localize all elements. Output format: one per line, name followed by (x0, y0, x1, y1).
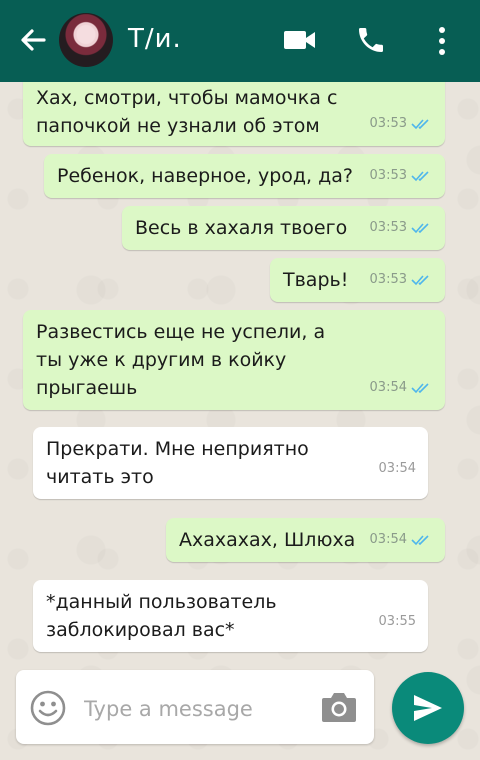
message-bubble-outgoing[interactable]: Тварь! 03:53 (270, 258, 445, 302)
chat-header: Т/и. (0, 0, 480, 82)
send-icon (414, 695, 442, 721)
message-time: 03:53 (369, 220, 407, 235)
emoji-button[interactable] (30, 690, 66, 726)
avatar[interactable] (59, 13, 113, 67)
arrow-back-icon (21, 29, 46, 51)
message-line: прыгаешь (36, 377, 138, 399)
message-line: Ребенок, наверное, урод, да? (57, 165, 353, 187)
emoji-icon (30, 690, 66, 726)
message-line: Развестись еще не успели, а (36, 321, 326, 343)
message-time: 03:53 (369, 168, 407, 183)
message-bubble-outgoing[interactable]: Ахахахах, Шлюха 03:54 (166, 518, 445, 562)
message-input[interactable] (82, 692, 296, 726)
video-camera-icon (284, 31, 315, 49)
camera-icon (322, 693, 356, 722)
overflow-menu-button[interactable] (432, 24, 452, 58)
double-check-icon (411, 119, 429, 130)
message-bubble-outgoing[interactable]: Хах, смотри, чтобы мамочка с папочкой не… (23, 72, 445, 146)
message-line: читать это (46, 466, 154, 488)
message-bubble-incoming[interactable]: Прекрати. Мне неприятно читать это 03:54 (33, 427, 428, 499)
message-time: 03:54 (378, 461, 416, 476)
double-check-icon (411, 171, 429, 182)
message-line: заблокировал вас* (46, 619, 235, 641)
double-check-icon (411, 535, 429, 546)
message-bubble-outgoing[interactable]: Весь в хахаля твоего 03:53 (122, 206, 445, 250)
message-time: 03:54 (369, 532, 407, 547)
send-button[interactable] (392, 672, 464, 744)
message-bubble-outgoing[interactable]: Ребенок, наверное, урод, да? 03:53 (44, 154, 445, 198)
message-line: папочкой не узнали об этом (36, 115, 320, 137)
message-time: 03:53 (369, 272, 407, 287)
message-time: 03:55 (378, 614, 416, 629)
message-line: Ахахахах, Шлюха (179, 529, 356, 551)
phone-icon (359, 28, 383, 52)
back-button[interactable] (14, 22, 54, 58)
message-time: 03:53 (369, 116, 407, 131)
message-composer (16, 670, 374, 744)
message-line: Тварь! (283, 269, 349, 291)
message-bubble-incoming[interactable]: *данный пользователь заблокировал вас* 0… (33, 580, 428, 652)
contact-name[interactable]: Т/и. (128, 24, 182, 54)
message-time: 03:54 (369, 380, 407, 395)
message-line: ты уже к другим в койку (36, 349, 287, 371)
double-check-icon (411, 223, 429, 234)
voice-call-button[interactable] (355, 24, 387, 56)
double-check-icon (411, 275, 429, 286)
message-line: *данный пользователь (46, 591, 277, 613)
message-line: Прекрати. Мне неприятно (46, 438, 309, 460)
message-bubble-outgoing[interactable]: Развестись еще не успели, а ты уже к дру… (23, 310, 445, 410)
message-line: Весь в хахаля твоего (135, 217, 348, 239)
message-line: Хах, смотри, чтобы мамочка с (36, 87, 338, 109)
camera-button[interactable] (320, 690, 358, 724)
video-call-button[interactable] (283, 28, 317, 52)
double-check-icon (411, 383, 429, 394)
more-vert-icon (439, 27, 445, 55)
